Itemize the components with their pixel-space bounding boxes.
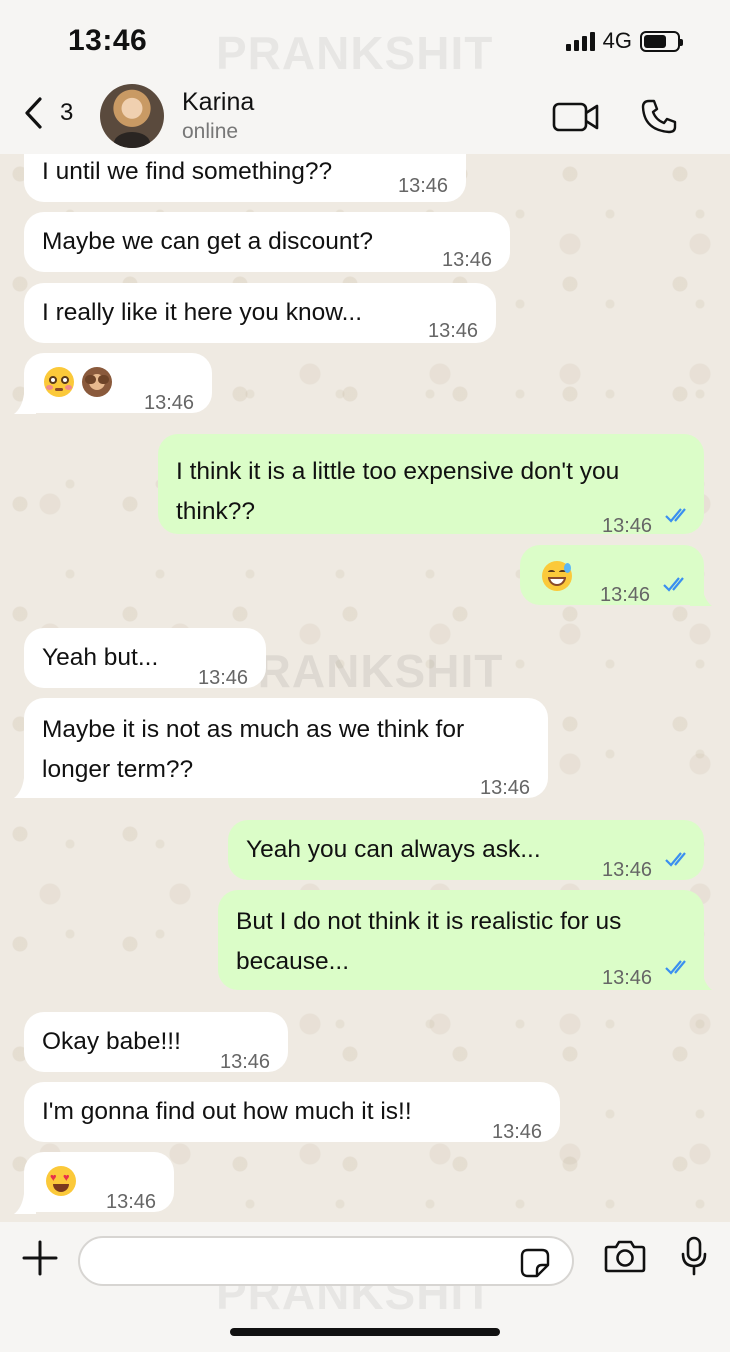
watermark-top: PRANKSHIT <box>216 27 494 79</box>
message-time: 13:46 <box>602 859 653 881</box>
message-outgoing[interactable]: Yeah you can always ask... 13:46 <box>228 820 704 881</box>
message-text: But I do not think it is realistic for u… <box>236 908 622 975</box>
watermark-middle: PRANKSHIT <box>226 645 504 697</box>
voice-call-button[interactable] <box>640 98 678 141</box>
message-input[interactable] <box>80 1238 572 1284</box>
phone-icon <box>641 99 677 134</box>
double-check-icon <box>665 852 686 867</box>
chat-header: 3 Karina online <box>0 80 730 154</box>
double-check-icon <box>665 960 686 975</box>
message-time: 13:46 <box>602 515 653 537</box>
message-time: 13:46 <box>144 392 195 414</box>
double-check-icon <box>663 577 684 592</box>
bubble-tail <box>14 394 36 414</box>
status-bar: 13:46 PRANKSHIT 4G <box>0 0 730 80</box>
camera-icon <box>604 1240 646 1273</box>
battery-fill <box>644 34 667 48</box>
see-no-evil-monkey-emoji <box>82 367 112 397</box>
message-incoming[interactable]: Maybe it is not as much as we think for … <box>24 698 548 799</box>
message-text: I until we find something?? <box>42 158 333 185</box>
message-outgoing[interactable]: But I do not think it is realistic for u… <box>218 890 704 990</box>
message-text: Yeah you can always ask... <box>246 836 541 863</box>
message-time: 13:46 <box>106 1191 157 1213</box>
message-text: Yeah but... <box>42 644 159 671</box>
sticker-button[interactable] <box>520 1248 550 1283</box>
video-camera-icon <box>552 102 599 132</box>
contact-name[interactable]: Karina <box>182 88 254 117</box>
network-label: 4G <box>602 28 632 53</box>
attach-button[interactable] <box>22 1240 58 1281</box>
message-incoming[interactable]: ♥ ♥ 13:46 <box>24 1152 174 1213</box>
flushed-face-emoji <box>44 367 74 397</box>
message-incoming[interactable]: Okay babe!!! 13:46 <box>24 1012 288 1073</box>
status-indicators: 4G <box>565 28 683 54</box>
bubble-tail <box>690 970 712 990</box>
double-check-icon <box>665 508 686 523</box>
message-time: 13:46 <box>198 667 249 689</box>
message-outgoing[interactable]: I think it is a little too expensive don… <box>158 434 704 537</box>
unread-count: 3 <box>60 99 74 126</box>
signal-icon <box>565 31 595 51</box>
bubble-tail <box>690 586 712 606</box>
message-incoming[interactable]: I really like it here you know... 13:46 <box>24 283 496 343</box>
chevron-left-icon <box>25 97 42 129</box>
bubble-tail <box>14 1194 36 1214</box>
message-incoming[interactable]: Maybe we can get a discount? 13:46 <box>24 212 510 272</box>
message-text: Maybe it is not as much as we think for … <box>42 716 465 783</box>
home-indicator[interactable] <box>230 1328 500 1336</box>
message-time: 13:46 <box>398 175 449 197</box>
video-call-button[interactable] <box>552 100 600 139</box>
message-time: 13:46 <box>600 584 651 606</box>
back-button[interactable]: 3 <box>22 96 73 130</box>
message-text: I really like it here you know... <box>42 299 363 326</box>
message-time: 13:46 <box>442 249 493 271</box>
heart-eyes-emoji: ♥ ♥ <box>46 1166 76 1196</box>
message-text: Maybe we can get a discount? <box>42 228 373 255</box>
message-incoming[interactable]: Yeah but... 13:46 <box>24 628 266 689</box>
message-incoming[interactable]: I'm gonna find out how much it is!! 13:4… <box>24 1082 560 1143</box>
message-time: 13:46 <box>602 967 653 989</box>
chat-messages[interactable]: PRANKSHIT I until we find something?? 13… <box>0 154 730 1222</box>
message-text: I think it is a little too expensive don… <box>176 458 620 525</box>
grinning-sweat-emoji <box>542 561 572 591</box>
avatar[interactable] <box>100 84 164 148</box>
message-text: Okay babe!!! <box>42 1028 181 1055</box>
message-input-box[interactable] <box>78 1236 574 1286</box>
battery-icon <box>640 30 683 52</box>
message-time: 13:46 <box>220 1051 271 1073</box>
message-time: 13:46 <box>480 777 531 799</box>
message-outgoing[interactable]: 13:46 <box>520 545 704 606</box>
message-incoming[interactable]: 13:46 <box>24 353 212 414</box>
status-time: 13:46 <box>68 24 148 57</box>
plus-icon <box>22 1240 58 1276</box>
microphone-icon <box>681 1236 707 1276</box>
sticker-icon <box>520 1248 550 1278</box>
bubble-tail <box>14 778 36 798</box>
camera-button[interactable] <box>604 1238 646 1279</box>
message-incoming[interactable]: I until we find something?? 13:46 <box>24 154 466 202</box>
contact-status: online <box>182 120 239 143</box>
voice-message-button[interactable] <box>680 1236 708 1281</box>
message-time: 13:46 <box>428 320 479 342</box>
message-text: I'm gonna find out how much it is!! <box>42 1098 412 1125</box>
message-time: 13:46 <box>492 1121 543 1143</box>
